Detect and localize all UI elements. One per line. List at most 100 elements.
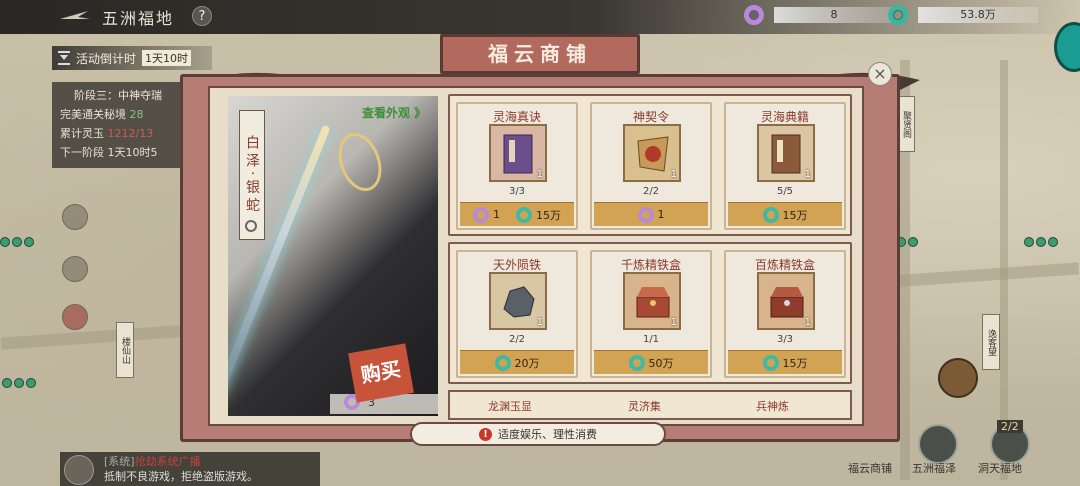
hourglass-icon <box>58 51 70 65</box>
shop-row: 灵海真诀 1 3/3 1 15万 神契令 1 2/2 1 灵海典籍 1 5/5 … <box>448 94 852 236</box>
countdown-row: 活动倒计时 1天10时 <box>52 46 212 70</box>
map-spot-icon[interactable] <box>62 204 88 230</box>
item-name: 千炼精铁盒 <box>620 258 681 272</box>
meteorite-iron-icon <box>503 286 535 318</box>
purchase-limit: 3/3 <box>508 186 526 197</box>
price-bar[interactable]: 15万 <box>728 202 842 226</box>
item-name: 兵神炼 <box>756 400 789 413</box>
countdown-value: 1天10时 <box>142 50 192 66</box>
warning-icon: ! <box>479 427 492 441</box>
chat-channel: [系统] <box>104 455 135 468</box>
green-jade-ring-icon <box>762 206 779 223</box>
featured-item-showcase: 白泽·银蛇 查看外观 》 3 购买 <box>228 96 438 416</box>
currency-green: 53.8万 <box>888 5 1038 25</box>
green-jade-ring-icon <box>762 354 779 371</box>
search-icon[interactable] <box>245 220 257 232</box>
healthy-gaming-notice: ! 适度娱乐、理性消费 <box>410 422 666 446</box>
countdown-label: 活动倒计时 <box>76 51 137 66</box>
iron-chest-icon <box>636 287 670 318</box>
item-name: 天外陨铁 <box>492 258 541 272</box>
green-jade-ring-icon <box>888 5 908 25</box>
back-arrow-icon[interactable] <box>58 7 92 25</box>
price-amount: 15万 <box>782 208 808 222</box>
iron-chest-icon <box>770 287 804 318</box>
map-gem-dots <box>0 237 34 247</box>
map-gem-dots <box>2 378 36 388</box>
price-bar[interactable]: 1 <box>594 202 708 226</box>
purchase-limit: 2/2 <box>508 334 526 345</box>
item-thumbnail: 1 <box>757 124 815 182</box>
shop-item-card[interactable]: 灵海典籍 1 5/5 15万 <box>724 102 846 230</box>
item-qty: 1 <box>670 317 677 328</box>
shop-row-partial: 龙渊玉显 灵济集 兵神炼 <box>448 390 852 420</box>
item-name: 龙渊玉显 <box>488 400 532 413</box>
green-jade-ring-icon <box>516 206 532 223</box>
shop-item-card[interactable]: 千炼精铁盒 1 1/1 50万 <box>590 250 712 378</box>
close-icon[interactable]: × <box>868 62 892 86</box>
purchase-limit: 1/1 <box>642 334 660 345</box>
shop-item-grid: 灵海真诀 1 3/3 1 15万 神契令 1 2/2 1 灵海典籍 1 5/5 … <box>448 90 852 420</box>
shop-row: 天外陨铁 1 2/2 20万 千炼精铁盒 1 1/1 50万 百炼精铁盒 1 3… <box>448 242 852 384</box>
price-amount: 1 <box>657 208 665 221</box>
price-bar[interactable]: 20万 <box>460 350 574 374</box>
classic-book-icon <box>771 134 801 174</box>
item-name: 灵济集 <box>628 400 661 413</box>
currency-amount: 8 <box>774 7 894 23</box>
price-amount: 20万 <box>514 356 540 370</box>
item-qty: 1 <box>536 169 543 180</box>
weapon-coil-image <box>330 126 390 198</box>
green-jade-ring-icon <box>494 354 511 371</box>
price-amount: 15万 <box>536 208 561 222</box>
item-thumbnail: 1 <box>757 272 815 330</box>
price-bar[interactable]: 15万 <box>728 350 842 374</box>
nav-label-fortune[interactable]: 五洲福泽 <box>912 460 956 476</box>
currency-purple: 8 <box>744 5 894 25</box>
chat-message: 抵制不良游戏，拒绝盗版游戏。 <box>104 470 258 483</box>
next-level-icon[interactable] <box>938 358 978 398</box>
currency-amount: 53.8万 <box>918 7 1038 23</box>
item-qty: 1 <box>670 169 677 180</box>
next-stage-label: 下一阶段 <box>60 146 104 159</box>
shop-item-card[interactable]: 天外陨铁 1 2/2 20万 <box>456 250 578 378</box>
map-pin-label[interactable]: 楼仙山 <box>116 322 134 378</box>
item-thumbnail: 1 <box>623 272 681 330</box>
item-thumbnail: 1 <box>489 272 547 330</box>
purchase-limit: 2/2 <box>642 186 660 197</box>
help-icon[interactable]: ? <box>192 6 212 26</box>
scripture-book-icon <box>503 134 533 174</box>
price-amount: 50万 <box>648 356 674 370</box>
flame-activity-icon[interactable] <box>62 304 88 330</box>
progress-badge: 2/2 <box>997 420 1023 433</box>
clear-value: 28 <box>129 108 144 121</box>
purple-jade-ring-icon <box>744 5 764 25</box>
price-amount: 1 <box>493 208 500 221</box>
region-title: 五洲福地 <box>102 9 175 28</box>
chat-headline: 抢劫系统广播 <box>134 455 201 468</box>
map-spot-icon[interactable] <box>62 256 88 282</box>
purchase-limit: 5/5 <box>776 186 794 197</box>
price-bar[interactable]: 1 15万 <box>460 202 574 226</box>
map-gem-dots <box>1024 237 1058 247</box>
purple-jade-ring-icon <box>473 206 489 223</box>
purple-jade-ring-icon <box>637 206 654 223</box>
shop-item-card[interactable]: 神契令 1 2/2 1 <box>590 102 712 230</box>
item-name: 神契令 <box>632 110 669 124</box>
item-thumbnail: 1 <box>623 124 681 182</box>
item-name: 灵海典籍 <box>760 110 809 124</box>
shop-nav-icon[interactable] <box>918 424 958 464</box>
nav-label-cave[interactable]: 洞天福地 <box>978 460 1022 476</box>
jade-value: 1212/13 <box>107 127 154 140</box>
price-bar[interactable]: 50万 <box>594 350 708 374</box>
jade-label: 累计灵玉 <box>60 127 104 140</box>
item-qty: 1 <box>536 317 543 328</box>
map-pin-label[interactable]: 逸客望 <box>982 314 1000 370</box>
shop-item-card[interactable]: 百炼精铁盒 1 3/3 15万 <box>724 250 846 378</box>
chat-box[interactable]: [系统]抢劫系统广播 抵制不良游戏，拒绝盗版游戏。 <box>60 452 320 486</box>
nav-label-shop[interactable]: 福云商铺 <box>848 460 892 476</box>
view-appearance-link[interactable]: 查看外观 》 <box>362 104 426 121</box>
item-qty: 1 <box>804 317 811 328</box>
shop-item-card[interactable]: 灵海真诀 1 3/3 1 15万 <box>456 102 578 230</box>
item-name: 百炼精铁盒 <box>754 258 815 272</box>
next-stage-value: 1天10时5 <box>107 146 158 159</box>
purchase-button[interactable]: 购买 <box>348 343 414 403</box>
